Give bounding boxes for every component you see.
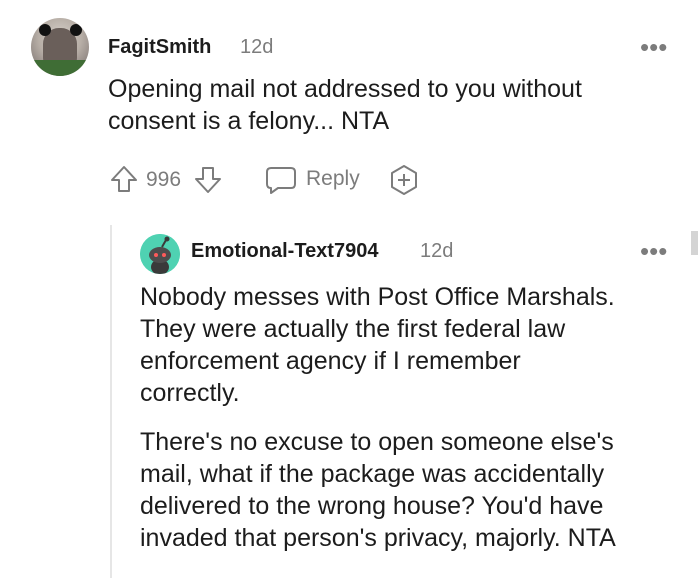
reply-body-line: invaded that person's privacy, majorly. … [140,524,616,552]
comment-username[interactable]: FagitSmith [108,36,211,59]
arrow-down-outline-icon[interactable] [193,165,223,195]
more-dots-icon[interactable]: ••• [640,34,667,60]
award-plus-icon[interactable] [388,164,420,196]
reply-timestamp: 12d [420,240,454,262]
reply-username[interactable]: Emotional-Text7904 [191,240,378,263]
reply-body-line: enforcement agency if I remember [140,347,521,375]
reply-body-paragraph: There's no excuse to open someone else's… [140,426,685,554]
arrow-up-outline-icon[interactable] [109,164,139,194]
reply-body-line: mail, what if the package was accidental… [140,460,605,488]
avatar-eye-right [70,24,82,36]
comment-timestamp: 12d [240,36,274,58]
more-dots-icon[interactable]: ••• [640,238,667,264]
vote-count: 996 [146,168,182,191]
comment-body: Opening mail not addressed to you withou… [108,73,688,137]
snoo-avatar-icon [140,234,180,274]
avatar-moss [31,60,89,76]
thread-line[interactable] [110,225,112,578]
reply-body-line: delivered to the wrong house? You'd have [140,492,604,520]
reply-body-line: Nobody messes with Post Office Marshals. [140,283,615,311]
reply-body-line: correctly. [140,379,240,407]
reply-avatar[interactable] [140,234,180,274]
reply-body-line: There's no excuse to open someone else's [140,428,614,456]
speech-bubble-icon [265,165,297,195]
avatar[interactable] [31,18,89,76]
comment-body-line: Opening mail not addressed to you withou… [108,75,582,103]
reply-body-paragraph: Nobody messes with Post Office Marshals.… [140,281,685,409]
reply-button[interactable]: Reply [265,163,375,197]
avatar-eye-left [39,24,51,36]
comment-body-line: consent is a felony... NTA [108,107,390,135]
reply-body-line: They were actually the first federal law [140,315,566,343]
reply-label: Reply [306,167,360,190]
scrollbar-thumb[interactable] [691,231,698,255]
